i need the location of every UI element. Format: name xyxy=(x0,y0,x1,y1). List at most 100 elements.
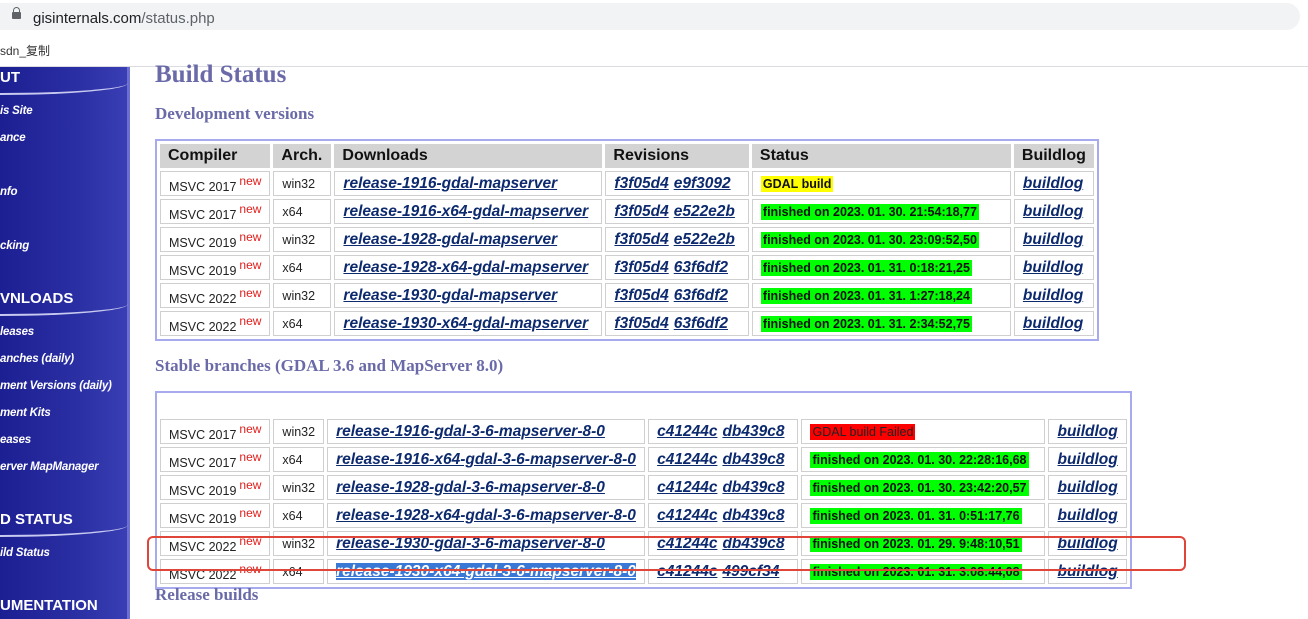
buildlog-link[interactable]: buildlog xyxy=(1023,315,1083,332)
mapserver-revision-link[interactable]: e522e2b xyxy=(674,231,735,248)
sidebar-item-tracking[interactable]: cking xyxy=(0,240,29,252)
compiler-text: MSVC 2019 xyxy=(169,511,237,526)
gdal-revision-link[interactable]: c41244c xyxy=(657,451,717,468)
arch-cell: win32 xyxy=(273,531,325,556)
compiler-text: MSVC 2019 xyxy=(169,263,237,278)
sidebar-item-build-status[interactable]: ild Status xyxy=(0,547,50,559)
mapserver-revision-link[interactable]: 63f6df2 xyxy=(674,315,728,332)
gdal-revision-link[interactable]: f3f05d4 xyxy=(614,203,668,220)
gdal-revision-link[interactable]: f3f05d4 xyxy=(614,231,668,248)
buildlog-link[interactable]: buildlog xyxy=(1057,451,1117,468)
sidebar-item-development-kits[interactable]: ment Kits xyxy=(0,407,51,419)
compiler-cell: MSVC 2022 new xyxy=(160,559,271,584)
table-row: MSVC 2022 new x64 release-1930-x64-gdal-map… xyxy=(160,311,1094,336)
revisions-cell: c41244c db439c8 xyxy=(648,475,799,500)
table-row: MSVC 2019 new win32 release-1928-gdal-mapse… xyxy=(160,227,1094,252)
lock-icon[interactable] xyxy=(12,7,21,19)
sidebar-item-older-releases[interactable]: eases xyxy=(0,434,31,446)
gdal-revision-link[interactable]: c41244c xyxy=(657,423,717,440)
buildlog-cell: buildlog xyxy=(1013,199,1094,224)
download-link[interactable]: release-1916-gdal-mapserver xyxy=(343,175,557,192)
download-link[interactable]: release-1930-gdal-3-6-mapserver-8-0 xyxy=(336,535,605,552)
gdal-revision-link[interactable]: c41244c xyxy=(657,479,717,496)
buildlog-link[interactable]: buildlog xyxy=(1023,203,1083,220)
buildlog-link[interactable]: buildlog xyxy=(1023,231,1083,248)
gdal-revision-link[interactable]: f3f05d4 xyxy=(614,175,668,192)
buildlog-link[interactable]: buildlog xyxy=(1057,479,1117,496)
gdal-revision-link[interactable]: f3f05d4 xyxy=(614,315,668,332)
mapserver-revision-link[interactable]: db439c8 xyxy=(722,451,784,468)
download-link[interactable]: release-1928-gdal-3-6-mapserver-8-0 xyxy=(336,479,605,496)
download-link[interactable]: release-1916-x64-gdal-mapserver xyxy=(343,203,588,220)
download-cell: release-1928-gdal-3-6-mapserver-8-0 xyxy=(327,475,646,500)
url-text[interactable]: gisinternals.com/status.php xyxy=(33,10,215,27)
new-badge: new xyxy=(239,173,262,188)
gdal-revision-link[interactable]: f3f05d4 xyxy=(614,259,668,276)
mapserver-revision-link[interactable]: db439c8 xyxy=(722,479,784,496)
mapserver-revision-link[interactable]: e522e2b xyxy=(674,203,735,220)
status-cell: finished on 2023. 01. 31. 0:51:17,76 xyxy=(801,503,1046,528)
new-badge: new xyxy=(239,257,262,272)
table-row: MSVC 2022 new x64 release-1930-x64-gdal-3-6… xyxy=(160,559,1127,584)
gdal-revision-link[interactable]: f3f05d4 xyxy=(614,287,668,304)
sidebar-item-licence[interactable]: ance xyxy=(0,132,26,144)
gdal-revision-link[interactable]: c41244c xyxy=(657,507,717,524)
status-badge: finished on 2023. 01. 30. 23:42:20,57 xyxy=(810,479,1029,496)
revisions-cell: c41244c 499cf34 xyxy=(648,559,799,584)
col-status: Status xyxy=(751,144,1011,168)
col-compiler xyxy=(160,396,271,416)
status-badge: finished on 2023. 01. 29. 9:48:10,51 xyxy=(810,535,1022,552)
table-row: MSVC 2019 new x64 release-1928-x64-gdal-3-6… xyxy=(160,503,1127,528)
sidebar-item-development-versions[interactable]: ment Versions (daily) xyxy=(0,380,112,392)
status-cell: finished on 2023. 01. 31. 1:27:18,24 xyxy=(751,283,1011,308)
col-revisions: Revisions xyxy=(605,144,749,168)
buildlog-link[interactable]: buildlog xyxy=(1057,423,1117,440)
download-link[interactable]: release-1930-gdal-mapserver xyxy=(343,287,557,304)
compiler-cell: MSVC 2017 new xyxy=(160,199,271,224)
compiler-text: MSVC 2017 xyxy=(169,179,237,194)
revisions-cell: c41244c db439c8 xyxy=(648,531,799,556)
status-cell: finished on 2023. 01. 31. 3:08:44,08 xyxy=(801,559,1046,584)
download-link[interactable]: release-1928-x64-gdal-mapserver xyxy=(343,259,588,276)
arch-cell: win32 xyxy=(273,419,325,444)
gdal-revision-link[interactable]: c41244c xyxy=(657,535,717,552)
buildlog-link[interactable]: buildlog xyxy=(1057,535,1117,552)
status-badge: finished on 2023. 01. 30. 22:28:16,68 xyxy=(810,451,1029,468)
mapserver-revision-link[interactable]: db439c8 xyxy=(722,535,784,552)
sidebar-item-stable-branches[interactable]: anches (daily) xyxy=(0,353,74,365)
sidebar-item-mapmanager[interactable]: erver MapManager xyxy=(0,461,99,473)
buildlog-link[interactable]: buildlog xyxy=(1023,259,1083,276)
buildlog-link[interactable]: buildlog xyxy=(1057,507,1117,524)
download-link[interactable]: release-1916-gdal-3-6-mapserver-8-0 xyxy=(336,423,605,440)
mapserver-revision-link[interactable]: db439c8 xyxy=(722,507,784,524)
buildlog-link[interactable]: buildlog xyxy=(1023,287,1083,304)
gdal-revision-link[interactable]: c41244c xyxy=(657,563,717,580)
compiler-cell: MSVC 2019 new xyxy=(160,227,271,252)
address-bar[interactable]: gisinternals.com/status.php xyxy=(0,0,1308,34)
mapserver-revision-link[interactable]: db439c8 xyxy=(722,423,784,440)
buildlog-link[interactable]: buildlog xyxy=(1057,563,1117,580)
status-badge: finished on 2023. 01. 31. 0:18:21,25 xyxy=(760,259,972,276)
arch-cell: x64 xyxy=(273,311,332,336)
download-link[interactable]: release-1916-x64-gdal-3-6-mapserver-8-0 xyxy=(336,451,636,468)
download-link[interactable]: release-1928-gdal-mapserver xyxy=(343,231,557,248)
mapserver-revision-link[interactable]: 63f6df2 xyxy=(674,287,728,304)
bookmark-item[interactable]: sdn_复制 xyxy=(0,42,50,59)
mapserver-revision-link[interactable]: e9f3092 xyxy=(674,175,731,192)
download-link[interactable]: release-1930-x64-gdal-3-6-mapserver-8-0 xyxy=(336,562,636,580)
mapserver-revision-link[interactable]: 499cf34 xyxy=(722,563,779,580)
sidebar-item-releases[interactable]: leases xyxy=(0,326,34,338)
status-badge: finished on 2023. 01. 30. 21:54:18,77 xyxy=(760,203,979,220)
url-field[interactable]: gisinternals.com/status.php xyxy=(0,3,1300,30)
arch-cell: win32 xyxy=(273,475,325,500)
download-link[interactable]: release-1928-x64-gdal-3-6-mapserver-8-0 xyxy=(336,507,636,524)
main-content: Build Status Development versions Compil… xyxy=(131,61,1308,619)
download-link[interactable]: release-1930-x64-gdal-mapserver xyxy=(343,315,588,332)
mapserver-revision-link[interactable]: 63f6df2 xyxy=(674,259,728,276)
sidebar-item-info[interactable]: nfo xyxy=(0,186,17,198)
col-revisions xyxy=(648,396,799,416)
new-badge: new xyxy=(239,561,262,576)
buildlog-link[interactable]: buildlog xyxy=(1023,175,1083,192)
sidebar-item-this-site[interactable]: is Site xyxy=(0,105,33,117)
compiler-cell: MSVC 2017 new xyxy=(160,171,271,196)
